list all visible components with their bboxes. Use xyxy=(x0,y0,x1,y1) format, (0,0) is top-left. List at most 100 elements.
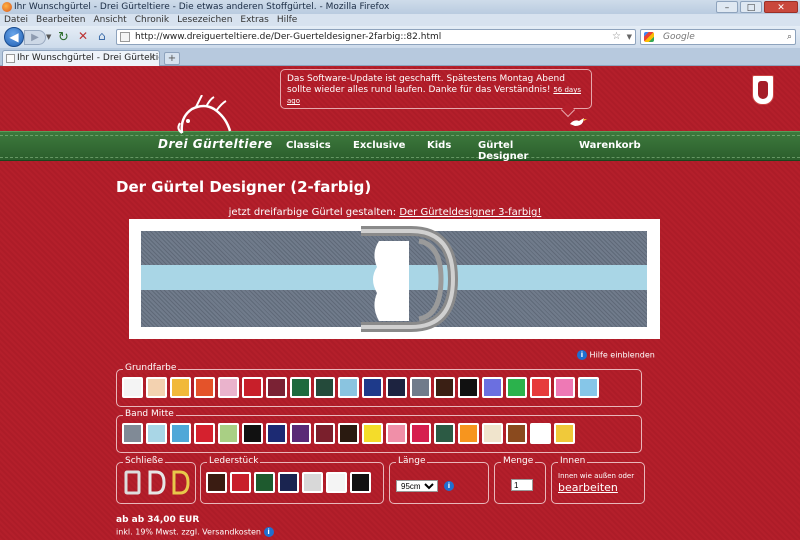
lederstueck-swatch[interactable] xyxy=(206,472,227,493)
bandmitte-swatch[interactable] xyxy=(434,423,455,444)
bandmitte-swatch[interactable] xyxy=(290,423,311,444)
laenge-select[interactable]: 95cm xyxy=(396,480,438,492)
firefox-icon xyxy=(2,2,12,12)
bandmitte-swatch[interactable] xyxy=(194,423,215,444)
forward-button[interactable]: ▶ xyxy=(24,30,46,45)
menu-datei[interactable]: Datei xyxy=(4,14,28,26)
back-button[interactable]: ◀ xyxy=(4,27,24,47)
menu-hilfe[interactable]: Hilfe xyxy=(277,14,297,26)
reload-icon[interactable]: ↻ xyxy=(58,30,69,45)
menge-legend: Menge xyxy=(501,456,536,466)
menu-extras[interactable]: Extras xyxy=(240,14,268,26)
tab-close-icon[interactable]: × xyxy=(148,51,156,65)
lederstueck-swatch[interactable] xyxy=(230,472,251,493)
bandmitte-swatch[interactable] xyxy=(362,423,383,444)
nav-warenkorb[interactable]: Warenkorb xyxy=(579,140,641,151)
grundfarbe-swatch[interactable] xyxy=(554,377,575,398)
grundfarbe-swatch[interactable] xyxy=(290,377,311,398)
grundfarbe-swatch[interactable] xyxy=(458,377,479,398)
bandmitte-swatch[interactable] xyxy=(146,423,167,444)
url-dropdown-icon[interactable]: ▼ xyxy=(627,30,632,44)
menu-ansicht[interactable]: Ansicht xyxy=(93,14,126,26)
innen-text: Innen wie außen oder xyxy=(558,472,635,480)
bandmitte-swatch[interactable] xyxy=(218,423,239,444)
bandmitte-swatch[interactable] xyxy=(482,423,503,444)
bandmitte-swatch[interactable] xyxy=(554,423,575,444)
menu-bearbeiten[interactable]: Bearbeiten xyxy=(36,14,85,26)
munich-crest-icon xyxy=(752,75,774,105)
buckle-option-d-gold-icon[interactable] xyxy=(170,470,191,495)
bandmitte-swatch[interactable] xyxy=(530,423,551,444)
grundfarbe-swatch[interactable] xyxy=(362,377,383,398)
new-tab-button[interactable]: + xyxy=(164,52,180,65)
lederstueck-swatch[interactable] xyxy=(254,472,275,493)
tab-active[interactable]: Ihr Wunschgürtel - Drei Gürteltiere -...… xyxy=(2,50,160,66)
web-page: Das Software-Update ist geschafft. Späte… xyxy=(0,67,800,540)
search-icon[interactable]: ⌕ xyxy=(787,30,792,44)
buckle-option-square-icon[interactable] xyxy=(122,470,143,495)
menge-input[interactable] xyxy=(511,479,533,491)
grundfarbe-swatch[interactable] xyxy=(218,377,239,398)
nav-kids[interactable]: Kids xyxy=(427,140,451,151)
grundfarbe-swatch[interactable] xyxy=(170,377,191,398)
grundfarbe-swatch[interactable] xyxy=(434,377,455,398)
help-toggle[interactable]: i Hilfe einblenden xyxy=(577,350,655,360)
bandmitte-swatch[interactable] xyxy=(338,423,359,444)
menu-chronik[interactable]: Chronik xyxy=(135,14,169,26)
grundfarbe-swatch[interactable] xyxy=(266,377,287,398)
bandmitte-swatch[interactable] xyxy=(242,423,263,444)
home-icon[interactable]: ⌂ xyxy=(98,29,106,43)
bandmitte-swatch[interactable] xyxy=(458,423,479,444)
price-note: inkl. 19% Mwst. zzgl. Versandkosten i xyxy=(116,527,274,537)
grundfarbe-swatch[interactable] xyxy=(242,377,263,398)
grundfarbe-swatch[interactable] xyxy=(194,377,215,398)
search-box[interactable]: Google ⌕ xyxy=(640,29,796,45)
search-placeholder: Google xyxy=(663,32,695,42)
grundfarbe-swatch[interactable] xyxy=(506,377,527,398)
grundfarbe-swatch[interactable] xyxy=(386,377,407,398)
d-ring-buckle-icon xyxy=(361,226,459,332)
close-button[interactable]: ✕ xyxy=(764,1,798,13)
lederstueck-swatch[interactable] xyxy=(278,472,299,493)
help-link-text: Hilfe einblenden xyxy=(589,350,655,360)
menu-lesezeichen[interactable]: Lesezeichen xyxy=(177,14,232,26)
grundfarbe-swatch[interactable] xyxy=(530,377,551,398)
grundfarbe-swatch[interactable] xyxy=(146,377,167,398)
bandmitte-swatch[interactable] xyxy=(170,423,191,444)
minimize-button[interactable]: – xyxy=(716,1,738,13)
grundfarbe-swatch[interactable] xyxy=(482,377,503,398)
grundfarbe-swatch[interactable] xyxy=(122,377,143,398)
grundfarbe-swatch[interactable] xyxy=(314,377,335,398)
laenge-info-icon[interactable]: i xyxy=(444,481,454,491)
nav-exclusive[interactable]: Exclusive xyxy=(353,140,405,151)
schliesse-options xyxy=(122,470,191,495)
url-bar[interactable]: http://www.dreiguerteltiere.de/Der-Guert… xyxy=(116,29,636,45)
site-logo[interactable]: Drei Gürteltiere xyxy=(152,94,272,157)
lederstueck-swatch[interactable] xyxy=(302,472,323,493)
bandmitte-swatch[interactable] xyxy=(122,423,143,444)
google-icon[interactable] xyxy=(644,32,654,42)
grundfarbe-swatch[interactable] xyxy=(410,377,431,398)
maximize-button[interactable]: □ xyxy=(740,1,762,13)
bandmitte-swatch[interactable] xyxy=(314,423,335,444)
promo-link-3farbig[interactable]: Der Gürteldesigner 3-farbig! xyxy=(399,207,541,218)
belt-preview xyxy=(129,219,660,339)
bandmitte-swatch[interactable] xyxy=(386,423,407,444)
nav-guertel-designer[interactable]: Gürtel Designer xyxy=(478,140,528,162)
laenge-group: Länge 95cm i xyxy=(389,456,489,504)
bird-icon xyxy=(570,118,587,126)
bookmark-star-icon[interactable]: ☆ xyxy=(612,30,621,44)
shipping-info-icon[interactable]: i xyxy=(263,527,274,537)
grundfarbe-swatch[interactable] xyxy=(338,377,359,398)
innen-bearbeiten-link[interactable]: bearbeiten xyxy=(558,481,618,494)
lederstueck-swatch[interactable] xyxy=(326,472,347,493)
stop-icon[interactable]: ✕ xyxy=(78,29,88,43)
bandmitte-swatch[interactable] xyxy=(410,423,431,444)
lederstueck-swatch[interactable] xyxy=(350,472,371,493)
history-dropdown-icon[interactable]: ▼ xyxy=(46,33,51,41)
buckle-option-d-silver-icon[interactable] xyxy=(146,470,167,495)
bandmitte-swatch[interactable] xyxy=(266,423,287,444)
nav-classics[interactable]: Classics xyxy=(286,140,331,151)
bandmitte-swatch[interactable] xyxy=(506,423,527,444)
grundfarbe-swatch[interactable] xyxy=(578,377,599,398)
